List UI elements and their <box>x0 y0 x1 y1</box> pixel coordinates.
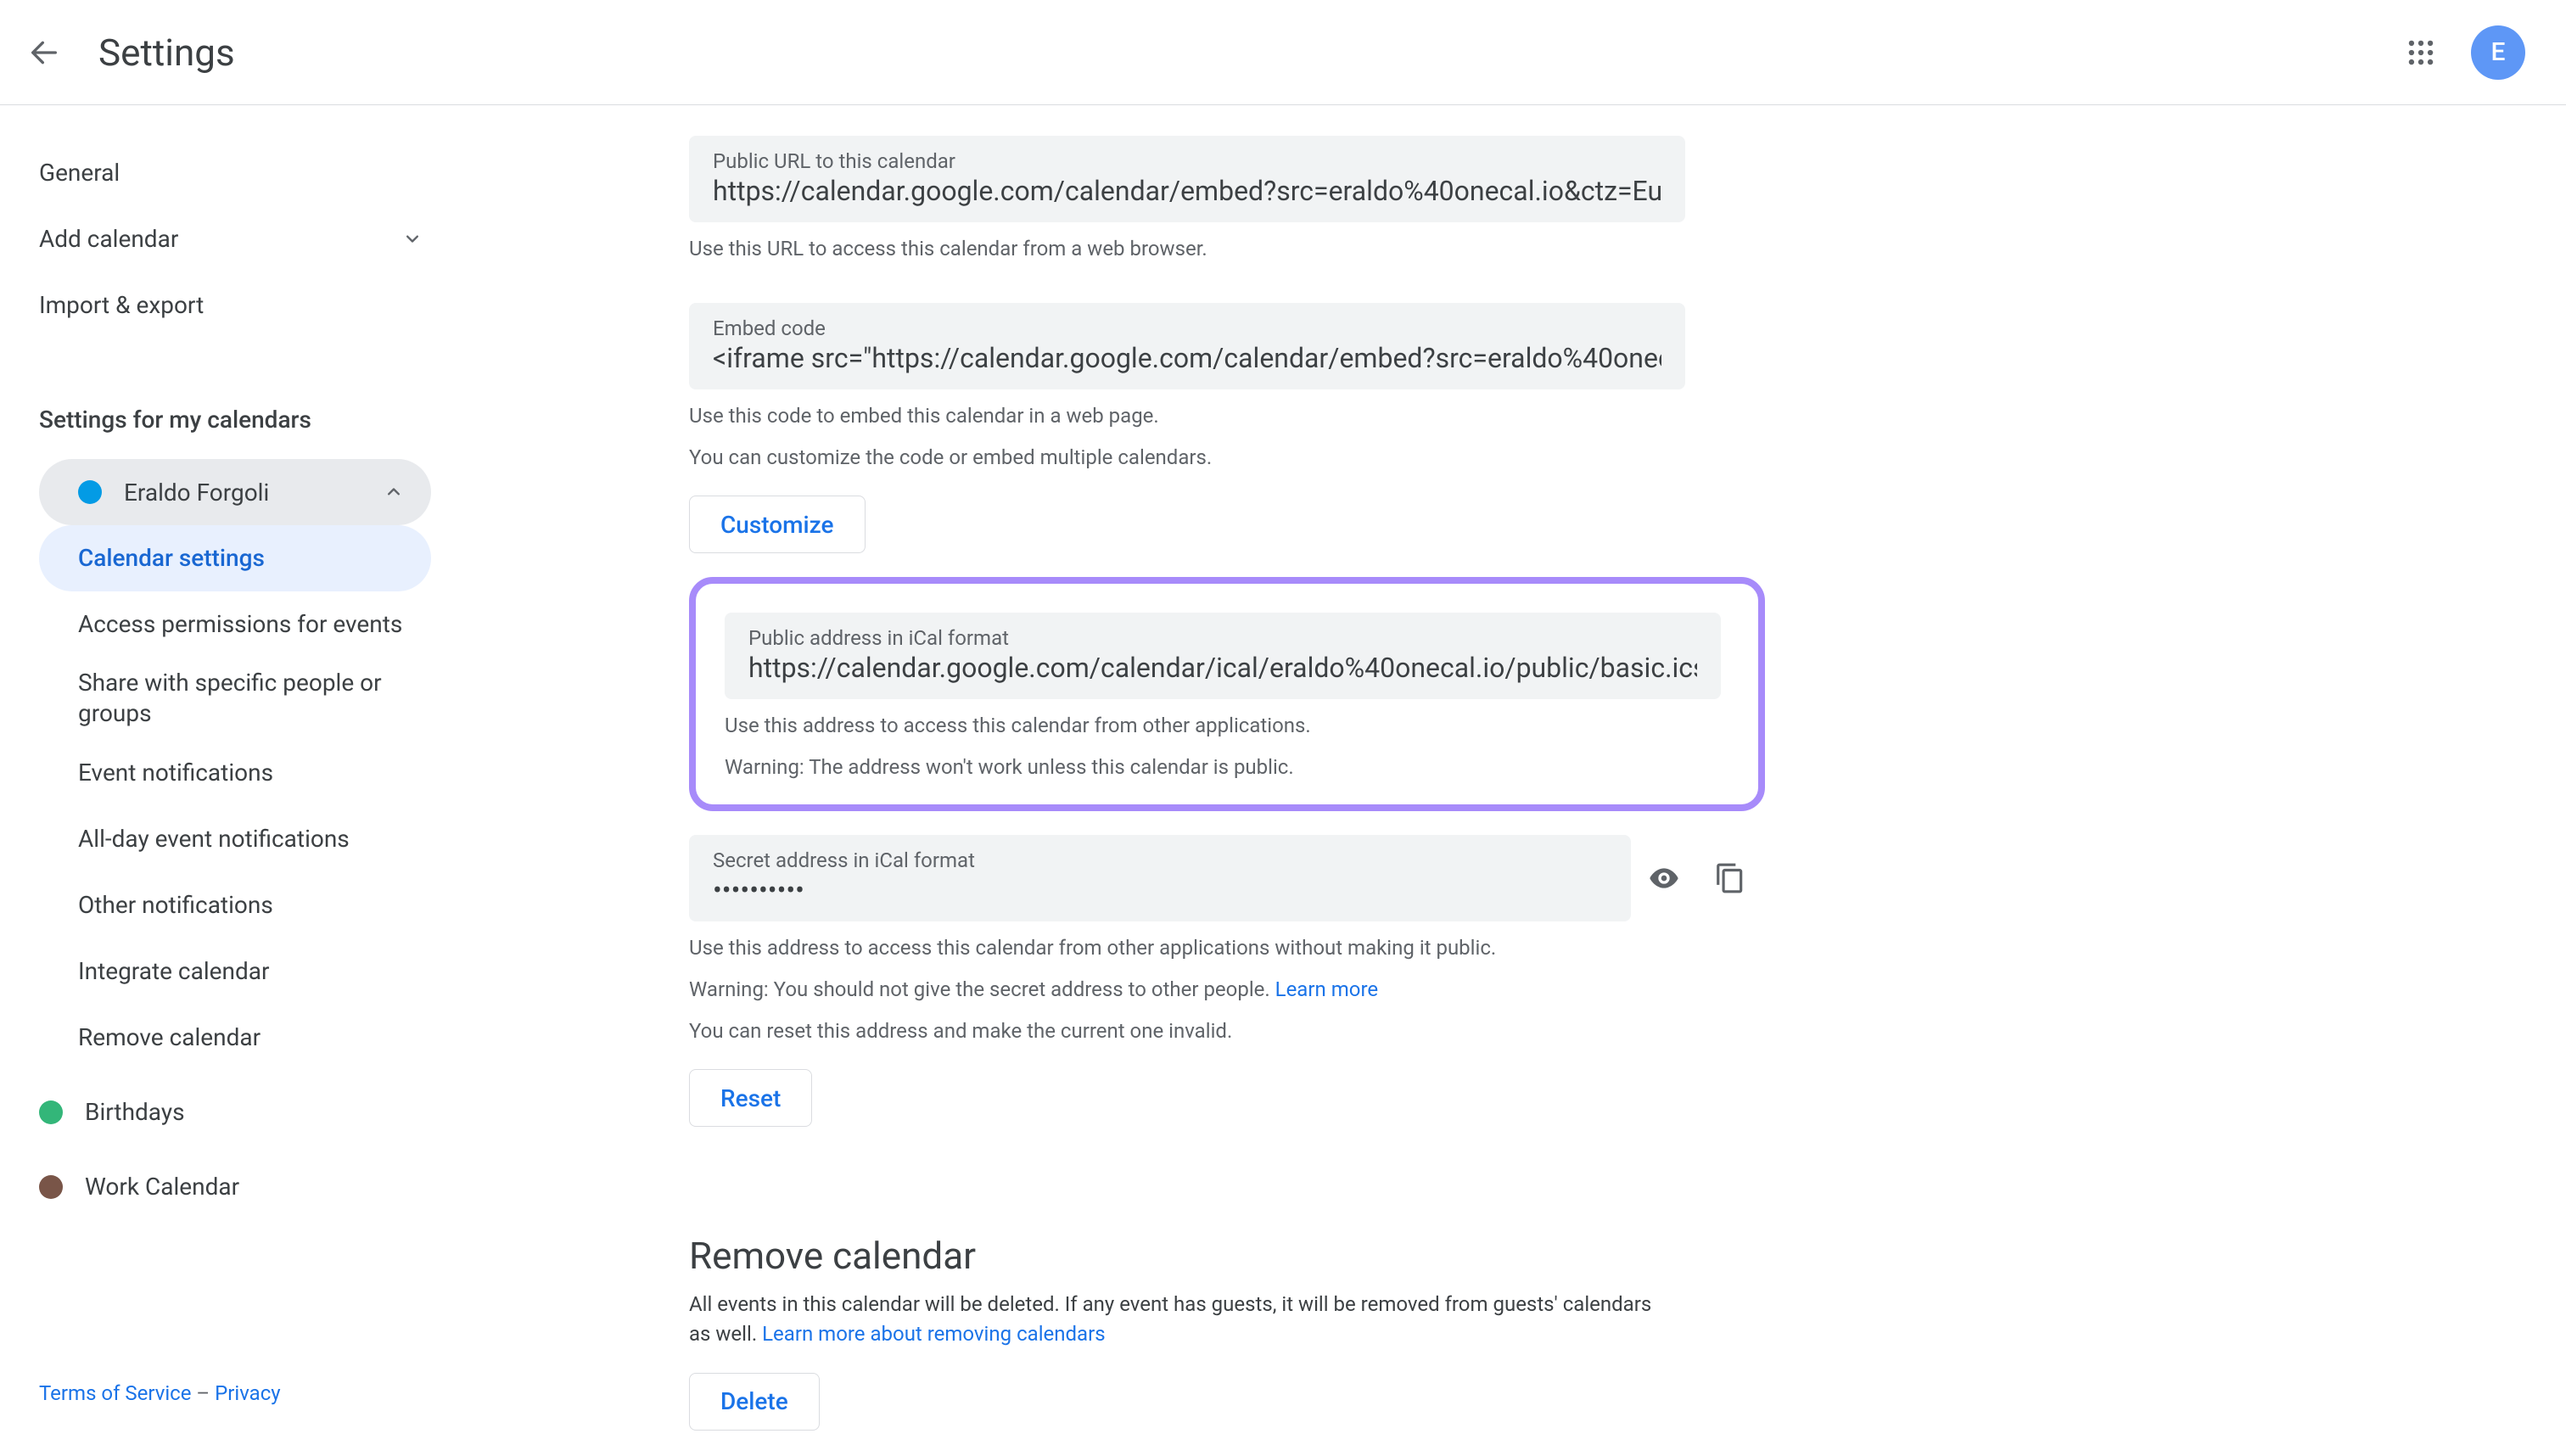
remove-calendar-title: Remove calendar <box>689 1234 2532 1278</box>
field-value: <iframe src="https://calendar.google.com… <box>713 342 1661 374</box>
sidebar-item-label: All-day event notifications <box>78 824 350 854</box>
field-value: https://calendar.google.com/calendar/emb… <box>713 175 1661 207</box>
public-ical-help-2: Warning: The address won't work unless t… <box>725 753 1729 782</box>
sidebar-calendar-work[interactable]: Work Calendar <box>39 1154 450 1220</box>
sidebar-item-general[interactable]: General <box>39 139 450 205</box>
sidebar-item-allday-notifications[interactable]: All-day event notifications <box>39 806 431 872</box>
field-label: Embed code <box>713 316 1661 340</box>
footer-separator: – <box>196 1381 210 1405</box>
sidebar-item-calendar-settings[interactable]: Calendar settings <box>39 525 431 591</box>
page-title: Settings <box>98 31 235 75</box>
copy-secret-button[interactable] <box>1697 845 1763 911</box>
back-icon[interactable] <box>24 32 64 73</box>
secret-ical-row: Secret address in iCal format •••••••••• <box>689 835 2532 921</box>
sidebar-item-event-notifications[interactable]: Event notifications <box>39 740 431 806</box>
delete-button[interactable]: Delete <box>689 1373 820 1431</box>
sidebar-top-group: General Add calendar Import & export <box>39 139 450 338</box>
customize-button[interactable]: Customize <box>689 496 866 553</box>
sidebar-footer: Terms of Service – Privacy <box>39 1381 450 1431</box>
sidebar-item-integrate-calendar[interactable]: Integrate calendar <box>39 938 431 1005</box>
reveal-secret-button[interactable] <box>1631 845 1697 911</box>
sidebar-item-label: Other notifications <box>78 890 273 921</box>
secret-ical-help-2: You can reset this address and make the … <box>689 1016 2532 1046</box>
sidebar-item-label: Event notifications <box>78 758 273 788</box>
sidebar-calendar-parent[interactable]: Eraldo Forgoli <box>39 459 431 525</box>
field-value: •••••••••• <box>713 874 1607 906</box>
sidebar-item-label: Integrate calendar <box>78 956 269 987</box>
field-label: Secret address in iCal format <box>713 848 1607 872</box>
public-url-field[interactable]: Public URL to this calendar https://cale… <box>689 136 1685 222</box>
sidebar-item-label: Import & export <box>39 291 204 319</box>
apps-icon[interactable] <box>2405 36 2437 69</box>
secret-ical-warning: Warning: You should not give the secret … <box>689 975 2532 1005</box>
eye-icon <box>1647 861 1681 895</box>
calendar-dot-icon <box>78 480 102 504</box>
field-value: https://calendar.google.com/calendar/ica… <box>748 652 1697 684</box>
sidebar-item-share-people[interactable]: Share with specific people or groups <box>39 658 431 740</box>
sidebar-item-remove-calendar[interactable]: Remove calendar <box>39 1005 431 1071</box>
learn-more-removing-link[interactable]: Learn more about removing calendars <box>762 1322 1106 1346</box>
secret-ical-help-1: Use this address to access this calendar… <box>689 933 2532 963</box>
sidebar-calendar-name: Eraldo Forgoli <box>124 479 269 507</box>
sidebar-item-label: Add calendar <box>39 225 178 253</box>
sidebar-item-label: Share with specific people or groups <box>78 668 414 730</box>
sidebar-item-label: Calendar settings <box>78 543 265 574</box>
warning-text: Warning: You should not give the secret … <box>689 977 1275 1001</box>
sidebar-calendar-birthdays[interactable]: Birthdays <box>39 1079 450 1145</box>
privacy-link[interactable]: Privacy <box>215 1381 281 1405</box>
sidebar-calendar-label: Work Calendar <box>85 1173 239 1201</box>
sidebar-calendar-label: Birthdays <box>85 1098 185 1126</box>
public-ical-field[interactable]: Public address in iCal format https://ca… <box>725 613 1721 699</box>
sidebar-item-import-export[interactable]: Import & export <box>39 272 450 338</box>
public-ical-highlight: Public address in iCal format https://ca… <box>689 577 1765 811</box>
copy-icon <box>1714 862 1746 894</box>
sidebar-item-access-permissions[interactable]: Access permissions for events <box>39 591 431 658</box>
embed-code-help-2: You can customize the code or embed mult… <box>689 443 2532 473</box>
learn-more-link[interactable]: Learn more <box>1275 977 1378 1001</box>
secret-ical-field[interactable]: Secret address in iCal format •••••••••• <box>689 835 1631 921</box>
public-url-help: Use this URL to access this calendar fro… <box>689 234 2532 264</box>
app-bar: Settings E <box>0 0 2566 105</box>
embed-code-help-1: Use this code to embed this calendar in … <box>689 401 2532 431</box>
field-label: Public URL to this calendar <box>713 149 1661 173</box>
app-bar-right: E <box>2405 25 2525 80</box>
app-bar-left: Settings <box>24 31 235 75</box>
calendar-dot-icon <box>39 1175 63 1199</box>
embed-code-field[interactable]: Embed code <iframe src="https://calendar… <box>689 303 1685 389</box>
chevron-up-icon <box>382 480 406 504</box>
sidebar-my-calendar-group: Eraldo Forgoli Calendar settings Access … <box>39 459 450 1071</box>
chevron-down-icon <box>401 227 424 250</box>
terms-link[interactable]: Terms of Service <box>39 1381 191 1405</box>
sidebar-item-other-notifications[interactable]: Other notifications <box>39 872 431 938</box>
sidebar-item-label: General <box>39 159 120 187</box>
sidebar: General Add calendar Import & export Set… <box>0 105 475 1456</box>
avatar[interactable]: E <box>2471 25 2525 80</box>
reset-button[interactable]: Reset <box>689 1069 812 1127</box>
main-content: Public URL to this calendar https://cale… <box>475 105 2566 1456</box>
field-label: Public address in iCal format <box>748 626 1697 650</box>
sidebar-item-add-calendar[interactable]: Add calendar <box>39 205 450 272</box>
remove-calendar-description: All events in this calendar will be dele… <box>689 1290 1656 1349</box>
sidebar-section-heading: Settings for my calendars <box>39 406 450 434</box>
sidebar-item-label: Remove calendar <box>78 1022 261 1053</box>
calendar-dot-icon <box>39 1100 63 1124</box>
public-ical-help-1: Use this address to access this calendar… <box>725 711 1729 741</box>
sidebar-item-label: Access permissions for events <box>78 609 402 640</box>
